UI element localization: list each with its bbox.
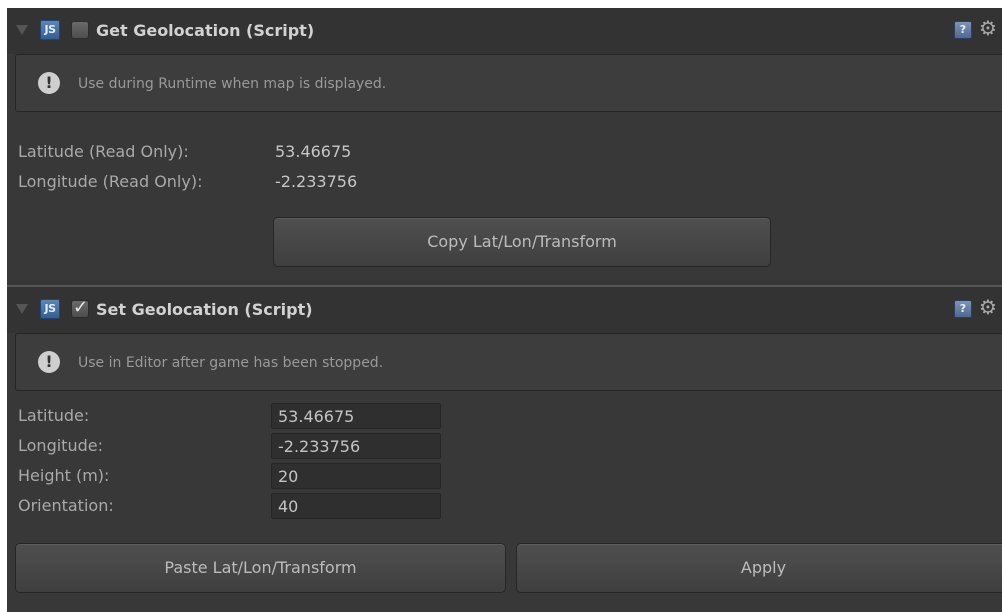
paste-lat-lon-transform-button[interactable]: Paste Lat/Lon/Transform — [15, 543, 506, 593]
orientation-input[interactable] — [271, 493, 441, 519]
set-geolocation-header[interactable]: JS ✓ Set Geolocation (Script) ? ⚙ — [7, 287, 1002, 333]
gear-icon[interactable]: ⚙ — [979, 16, 997, 40]
longitude-label: Longitude: — [18, 436, 103, 455]
height-label: Height (m): — [18, 466, 110, 485]
get-geolocation-enabled-checkbox[interactable] — [71, 21, 89, 39]
get-geolocation-header[interactable]: JS Get Geolocation (Script) ? ⚙ — [7, 8, 1002, 54]
checkmark-icon: ✓ — [73, 297, 89, 318]
gear-icon[interactable]: ⚙ — [979, 295, 997, 319]
copy-lat-lon-transform-button[interactable]: Copy Lat/Lon/Transform — [273, 217, 771, 267]
set-geolocation-helpbox: ! Use in Editor after game has been stop… — [15, 333, 1002, 391]
longitude-input[interactable] — [271, 433, 441, 459]
get-geolocation-title: Get Geolocation (Script) — [96, 21, 315, 40]
height-input[interactable] — [271, 463, 441, 489]
latitude-label: Latitude: — [18, 406, 90, 425]
get-geolocation-helpbox: ! Use during Runtime when map is display… — [15, 54, 1002, 112]
info-icon: ! — [38, 72, 60, 94]
javascript-file-icon: JS — [40, 299, 60, 319]
apply-button[interactable]: Apply — [516, 543, 1002, 593]
longitude-readonly-value: -2.233756 — [275, 172, 358, 191]
inspector-panel: JS Get Geolocation (Script) ? ⚙ ! Use du… — [7, 8, 1002, 612]
latitude-readonly-value: 53.46675 — [275, 142, 352, 161]
set-geolocation-enabled-checkbox[interactable]: ✓ — [71, 297, 89, 318]
latitude-readonly-label: Latitude (Read Only): — [18, 142, 189, 161]
set-geolocation-help-text: Use in Editor after game has been stoppe… — [78, 355, 384, 371]
screenshot-frame: JS Get Geolocation (Script) ? ⚙ ! Use du… — [0, 0, 1002, 612]
foldout-arrow-icon[interactable] — [16, 304, 28, 314]
latitude-input[interactable] — [271, 403, 441, 429]
set-geolocation-title: Set Geolocation (Script) — [96, 300, 313, 319]
help-book-icon[interactable]: ? — [954, 21, 972, 39]
get-geolocation-help-text: Use during Runtime when map is displayed… — [78, 76, 387, 92]
help-book-icon[interactable]: ? — [954, 300, 972, 318]
foldout-arrow-icon[interactable] — [16, 25, 28, 35]
info-icon: ! — [38, 351, 60, 373]
javascript-file-icon: JS — [40, 20, 60, 40]
orientation-label: Orientation: — [18, 496, 114, 515]
longitude-readonly-label: Longitude (Read Only): — [18, 172, 203, 191]
